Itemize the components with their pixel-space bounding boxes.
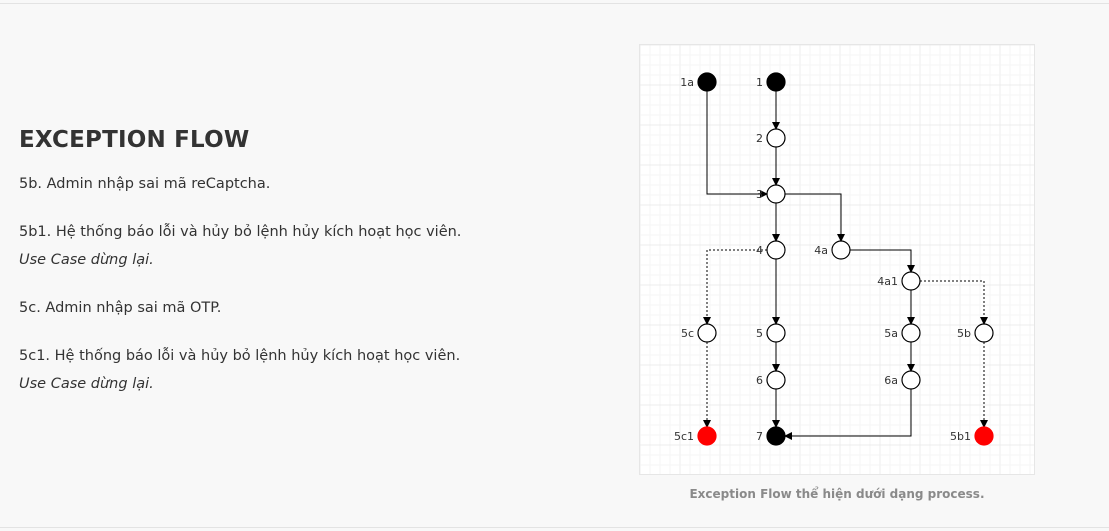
node-6a [901, 370, 921, 390]
node-label-4a: 4a [814, 244, 828, 257]
node-5c [697, 323, 717, 343]
paragraph-line: 5b1. Hệ thống báo lỗi và hủy bỏ lệnh hủy… [19, 224, 462, 240]
paragraph-line-italic: Use Case dừng lại. [19, 376, 154, 392]
edge-6a-to-7 [784, 389, 912, 440]
node-label-4: 4 [756, 244, 763, 257]
edge-4-to-5c [703, 249, 767, 325]
section-heading: EXCEPTION FLOW [19, 127, 250, 153]
node-2 [766, 128, 786, 148]
process-diagram-frame: 1a 1 2 3 4 4a 4a1 5c 5 5a 5b 6 6a 5c1 7 5b1 [639, 44, 1035, 475]
figure-caption: Exception Flow thể hiện dưới dạng proces… [689, 487, 985, 501]
diagram-edges [703, 91, 988, 440]
process-diagram: 1a 1 2 3 4 4a 4a1 5c 5 5a 5b 6 6a 5c1 7 5b1 [639, 44, 1034, 474]
node-label-5: 5 [756, 327, 763, 340]
node-label-1a: 1a [680, 76, 694, 89]
node-label-6a: 6a [884, 374, 898, 387]
node-4a1 [901, 271, 921, 291]
node-label-4a1: 4a1 [877, 275, 898, 288]
process-figure: 1a 1 2 3 4 4a 4a1 5c 5 5a 5b 6 6a 5c1 7 5b1 [639, 44, 1035, 475]
node-label-3: 3 [756, 188, 763, 201]
node-1a [697, 72, 717, 92]
node-label-5c1: 5c1 [674, 430, 694, 443]
node-4 [766, 240, 786, 260]
paragraph-5c: 5c. Admin nhập sai mã OTP. [19, 294, 609, 322]
node-label-1: 1 [756, 76, 763, 89]
node-label-5a: 5a [884, 327, 898, 340]
node-3 [766, 184, 786, 204]
node-7 [766, 426, 786, 446]
node-5c1 [697, 426, 717, 446]
paragraph-line: 5c1. Hệ thống báo lỗi và hủy bỏ lệnh hủy… [19, 348, 461, 364]
paragraph-line-italic: Use Case dừng lại. [19, 252, 154, 268]
node-5b [974, 323, 994, 343]
exception-flow-section: EXCEPTION FLOW 5b. Admin nhập sai mã reC… [19, 127, 609, 418]
node-label-2: 2 [756, 132, 763, 145]
node-5a [901, 323, 921, 343]
edge-3-to-4a [785, 193, 845, 242]
node-label-7: 7 [756, 430, 763, 443]
paragraph-line: 5c. Admin nhập sai mã OTP. [19, 300, 222, 316]
node-6 [766, 370, 786, 390]
paragraph-5b: 5b. Admin nhập sai mã reCaptcha. [19, 170, 609, 198]
node-5b1 [974, 426, 994, 446]
top-divider [0, 3, 1109, 4]
paragraph-5c1: 5c1. Hệ thống báo lỗi và hủy bỏ lệnh hủy… [19, 342, 609, 398]
node-4a [831, 240, 851, 260]
node-label-5b: 5b [957, 327, 971, 340]
diagram-grid [639, 44, 1034, 474]
diagram-nodes: 1a 1 2 3 4 4a 4a1 5c 5 5a 5b 6 6a 5c1 7 5b1 [674, 72, 994, 446]
paragraph-line: 5b. Admin nhập sai mã reCaptcha. [19, 176, 271, 192]
node-5 [766, 323, 786, 343]
node-label-6: 6 [756, 374, 763, 387]
node-label-5c: 5c [681, 327, 694, 340]
paragraph-5b1: 5b1. Hệ thống báo lỗi và hủy bỏ lệnh hủy… [19, 218, 609, 274]
node-label-5b1: 5b1 [950, 430, 971, 443]
node-1 [766, 72, 786, 92]
bottom-divider [0, 527, 1109, 528]
